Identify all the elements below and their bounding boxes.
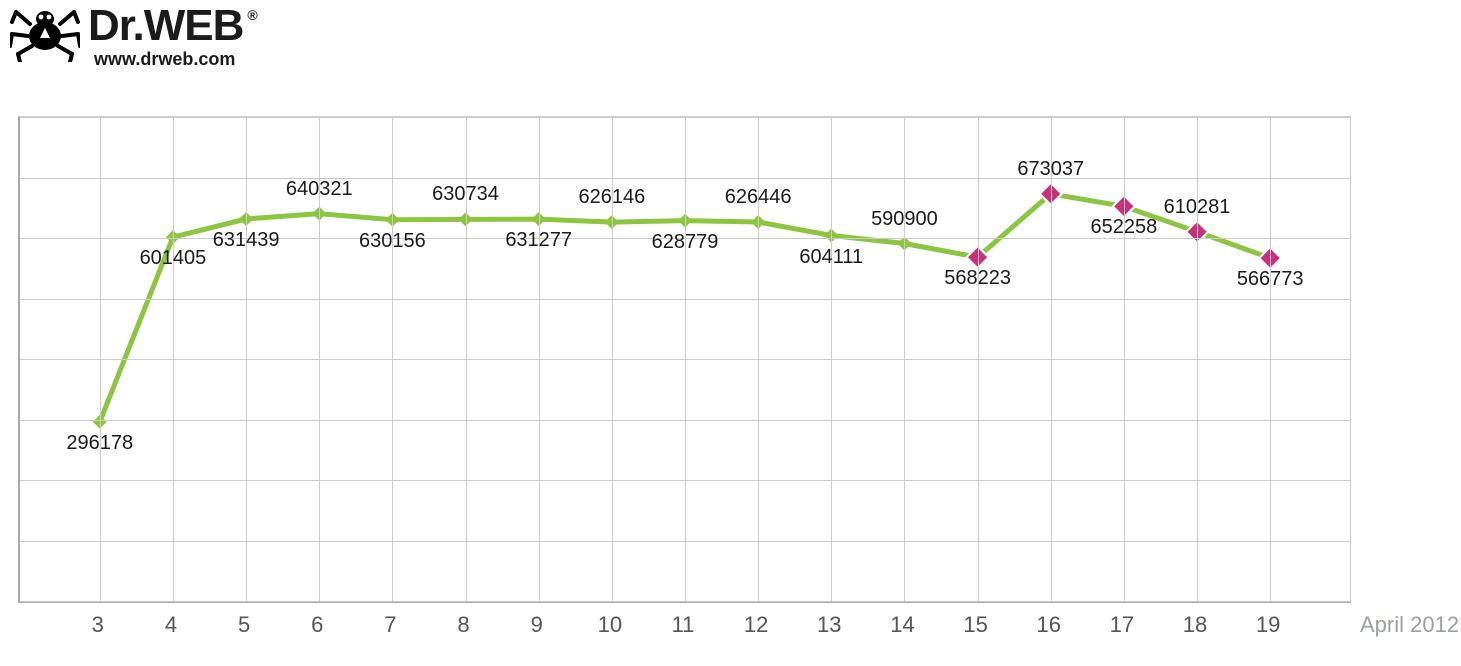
chart-plot-area: 296178 601405 631439 640321 630156 630734 6312… <box>18 116 1351 603</box>
grid-line-v <box>1124 117 1125 601</box>
x-tick-label: 11 <box>672 612 695 638</box>
x-tick-label: 17 <box>1110 612 1134 638</box>
x-tick-label: 9 <box>531 612 543 638</box>
x-tick-label: 5 <box>238 612 250 638</box>
grid-line-v <box>100 117 101 601</box>
grid-line-v <box>1197 117 1198 601</box>
data-label: 631439 <box>213 229 280 252</box>
registered-mark: ® <box>247 8 256 22</box>
data-label: 296178 <box>66 432 133 455</box>
brand-logo: Dr.WEB® www.drweb.com <box>10 4 257 68</box>
x-axis-ticks: 3 4 5 6 7 8 9 10 11 12 13 14 15 16 17 18 19 <box>18 604 1348 644</box>
data-label: 601405 <box>140 247 207 270</box>
data-label: 630156 <box>359 230 426 253</box>
x-tick-label: 16 <box>1037 612 1061 638</box>
brand-name-part1: Dr. <box>88 4 144 48</box>
x-tick-label: 14 <box>890 612 914 638</box>
grid-line-v <box>392 117 393 601</box>
x-tick-label: 7 <box>384 612 396 638</box>
x-tick-label: 12 <box>744 612 768 638</box>
grid-line-v <box>539 117 540 601</box>
grid-line-v <box>173 117 174 601</box>
data-label: 566773 <box>1237 268 1304 291</box>
grid-line-v <box>1270 117 1271 601</box>
x-tick-label: 4 <box>165 612 177 638</box>
data-label: 610281 <box>1164 196 1231 219</box>
data-label: 568223 <box>944 267 1011 290</box>
data-label: 652258 <box>1091 216 1158 239</box>
grid-line-v <box>1051 117 1052 601</box>
x-tick-label: 10 <box>598 612 622 638</box>
data-label: 604111 <box>799 246 863 269</box>
x-tick-label: 3 <box>92 612 104 638</box>
data-label: 630734 <box>432 183 499 206</box>
x-tick-label: 15 <box>963 612 987 638</box>
brand-site: www.drweb.com <box>94 50 235 68</box>
spider-icon <box>10 4 80 62</box>
x-tick-label: 19 <box>1256 612 1280 638</box>
x-tick-label: 6 <box>311 612 323 638</box>
grid-line-v <box>246 117 247 601</box>
data-label: 626446 <box>725 186 792 209</box>
data-label: 590900 <box>871 208 938 231</box>
grid-line-v <box>978 117 979 601</box>
brand-name: Dr.WEB® <box>88 4 257 48</box>
x-tick-label: 8 <box>457 612 469 638</box>
data-label: 640321 <box>286 178 353 201</box>
data-label: 631277 <box>505 229 572 252</box>
brand-name-part2: WEB <box>144 4 244 48</box>
data-label: 628779 <box>652 231 719 254</box>
x-tick-label: 13 <box>817 612 841 638</box>
x-axis-label: April 2012 <box>1360 612 1459 638</box>
data-label: 673037 <box>1017 158 1084 181</box>
grid-line-v <box>685 117 686 601</box>
grid-line-v <box>831 117 832 601</box>
data-label: 626146 <box>578 186 645 209</box>
grid-line-h <box>20 601 1350 602</box>
grid-line-v <box>904 117 905 601</box>
x-tick-label: 18 <box>1183 612 1207 638</box>
